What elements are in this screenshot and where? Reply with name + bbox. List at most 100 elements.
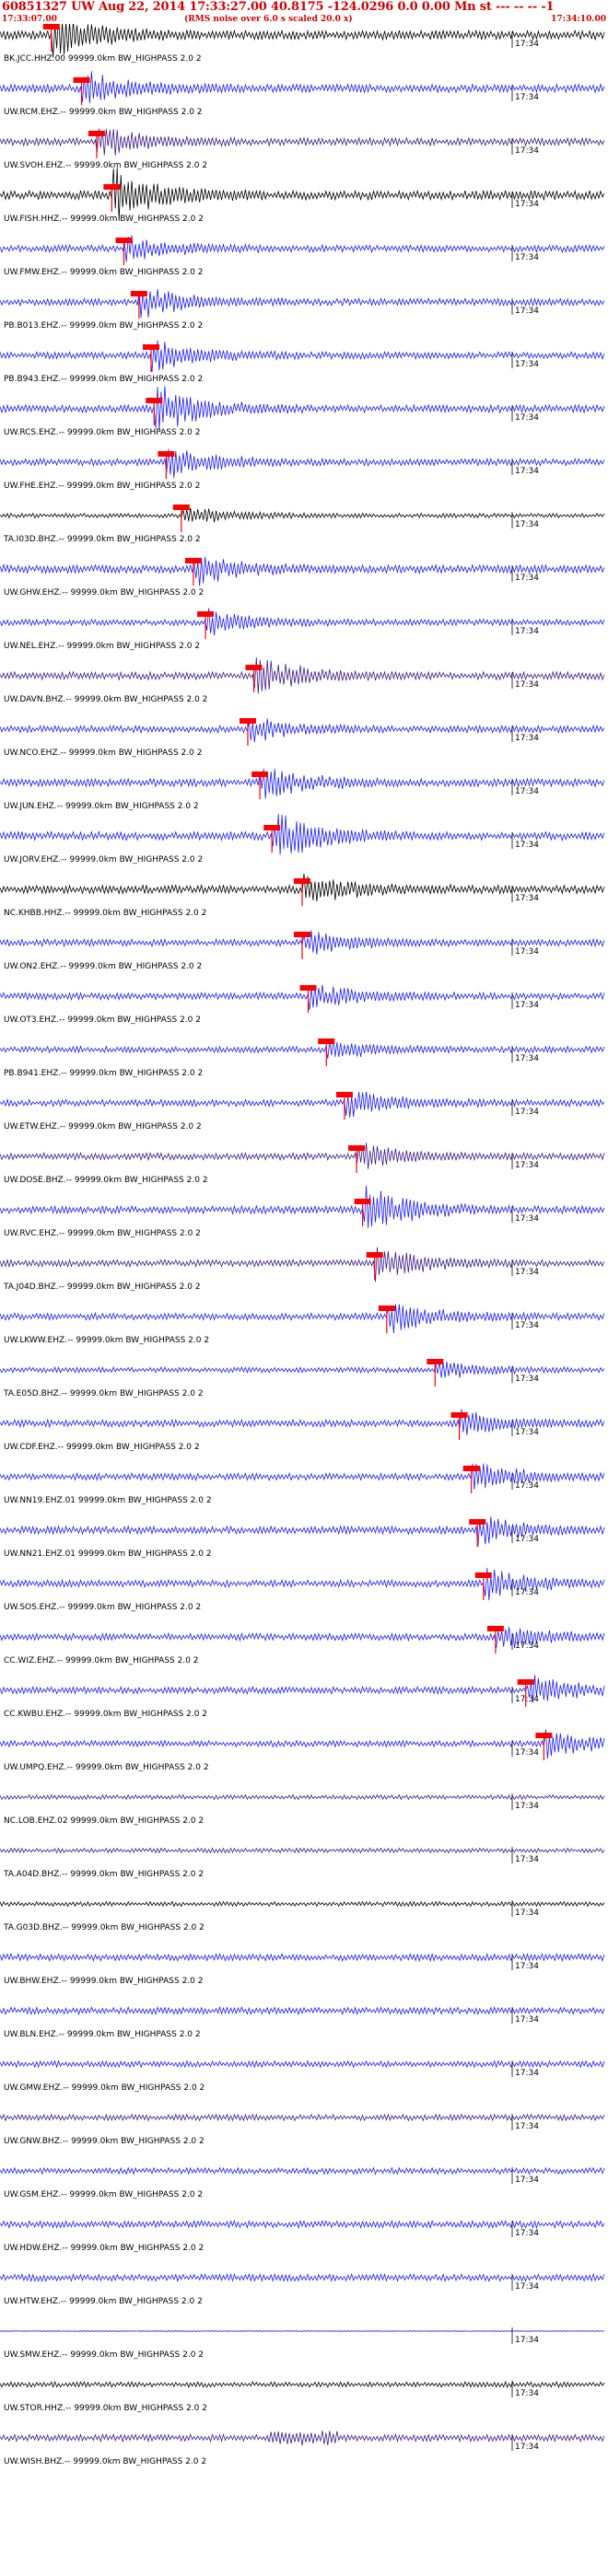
station-label: UW.CDF.EHZ.-- 99999.0km BW_HIGHPASS 2.0 … <box>4 1443 200 1452</box>
trace-33: 17:34 NC.LOB.EHZ.02 99999.0km BW_HIGHPASS… <box>0 1793 605 1826</box>
arrival-pick-flag <box>42 24 60 29</box>
minute-tick-label: 17:34 <box>515 1054 539 1063</box>
minute-tick-label: 17:34 <box>515 2282 539 2292</box>
station-label: PB.B943.EHZ.-- 99999.0km BW_HIGHPASS 2.0… <box>4 375 203 384</box>
minute-tick-label: 17:34 <box>515 787 539 796</box>
waveform-line <box>0 718 605 743</box>
arrival-pick-flag <box>450 1412 468 1418</box>
station-label: UW.NCO.EHZ.-- 99999.0km BW_HIGHPASS 2.0 … <box>4 748 202 758</box>
waveform-line <box>0 1463 605 1490</box>
minute-tick-label: 17:34 <box>515 1481 539 1491</box>
station-label: UW.NN19.EHZ.01 99999.0km BW_HIGHPASS 2.0… <box>4 1496 212 1505</box>
trace-2: 17:34 UW.SVOH.EHZ.-- 99999.0km BW_HIGHPAS… <box>0 128 605 170</box>
arrival-pick-flag <box>146 398 163 403</box>
minute-tick-label: 17:34 <box>515 1108 539 1117</box>
station-label: NC.LOB.EHZ.02 99999.0km BW_HIGHPASS 2.0 … <box>4 1816 204 1826</box>
station-label: UW.SMW.EHZ.-- 99999.0km BW_HIGHPASS 2.0 … <box>4 2350 204 2360</box>
trace-25: 17:34 TA.E05D.BHZ.-- 99999.0km BW_HIGHPAS… <box>0 1359 605 1398</box>
trace-6: 17:34 PB.B943.EHZ.-- 99999.0km BW_HIGHPAS… <box>0 340 605 384</box>
trace-18: 17:34 UW.OT3.EHZ.-- 99999.0km BW_HIGHPASS… <box>0 984 605 1025</box>
arrival-pick-flag <box>462 1466 480 1471</box>
trace-38: 17:34 UW.GMW.EHZ.-- 99999.0km BW_HIGHPASS… <box>0 2060 605 2093</box>
trace-19: 17:34 PB.B941.EHZ.-- 99999.0km BW_HIGHPAS… <box>0 1038 605 1078</box>
arrival-pick-flag <box>348 1145 366 1151</box>
minute-tick-label: 17:34 <box>515 2443 539 2452</box>
waveform-line <box>0 289 605 319</box>
minute-tick-label: 17:34 <box>515 1321 539 1330</box>
trace-29: 17:34 UW.SOS.EHZ.-- 99999.0km BW_HIGHPASS… <box>0 1568 605 1612</box>
arrival-pick-flag <box>427 1359 444 1364</box>
trace-7: 17:34 UW.RCS.EHZ.-- 99999.0km BW_HIGHPASS… <box>0 386 605 437</box>
trace-10: 17:34 UW.GHW.EHZ.-- 99999.0km BW_HIGHPASS… <box>0 556 605 598</box>
start-time-label: 17:33:07.00 <box>2 15 57 24</box>
station-label: UW.GNW.BHZ.-- 99999.0km BW_HIGHPASS 2.0 … <box>4 2137 205 2146</box>
station-label: UW.STOR.HHZ.-- 99999.0km BW_HIGHPASS 2.0… <box>4 2404 207 2413</box>
minute-tick-label: 17:34 <box>515 2069 539 2078</box>
waveform-line <box>0 1568 605 1601</box>
trace-22: 17:34 UW.RVC.EHZ.-- 99999.0km BW_HIGHPASS… <box>0 1185 605 1238</box>
station-label: UW.RVC.EHZ.-- 99999.0km BW_HIGHPASS 2.0 … <box>4 1229 201 1238</box>
waveform-line <box>0 556 605 586</box>
station-label: TA.A04D.BHZ.-- 99999.0km BW_HIGHPASS 2.0… <box>3 1870 204 1879</box>
arrival-pick-flag <box>535 1733 553 1738</box>
station-label: UW.OT3.EHZ.-- 99999.0km BW_HIGHPASS 2.0 … <box>4 1015 201 1025</box>
waveform-line <box>0 1729 605 1759</box>
waveform-line <box>0 1627 605 1649</box>
arrival-pick-flag <box>318 1039 335 1044</box>
trace-39: 17:34 UW.GNW.BHZ.-- 99999.0km BW_HIGHPASS… <box>0 2113 605 2146</box>
waveform-line <box>0 1361 605 1378</box>
trace-12: 17:34 UW.DAVN.BHZ.-- 99999.0km BW_HIGHPAS… <box>0 657 605 704</box>
station-label: UW.JUN.EHZ.-- 99999.0km BW_HIGHPASS 2.0 … <box>4 802 199 811</box>
arrival-pick-flag <box>239 718 256 724</box>
trace-16: 17:34 NC.KHBB.HHZ.-- 99999.0km BW_HIGHPAS… <box>0 873 605 918</box>
waveform-line <box>0 2113 605 2122</box>
trace-21: 17:34 UW.DOSE.BHZ.-- 99999.0km BW_HIGHPAS… <box>0 1143 605 1185</box>
waveform-line <box>0 1952 605 1963</box>
trace-40: 17:34 UW.GSM.EHZ.-- 99999.0km BW_HIGHPASS… <box>0 2166 605 2199</box>
trace-31: 17:34 CC.KWBU.EHZ.-- 99999.0km BW_HIGHPAS… <box>0 1675 605 1719</box>
minute-tick-label: 17:34 <box>515 894 539 903</box>
trace-30: 17:34 CC.WIZ.EHZ.-- 99999.0km BW_HIGHPASS… <box>0 1626 605 1665</box>
trace-1: 17:34 UW.RCM.EHZ.-- 99999.0km BW_HIGHPASS… <box>0 71 605 117</box>
arrival-pick-flag <box>245 665 263 670</box>
station-label: TA.E05D.BHZ.-- 99999.0km BW_HIGHPASS 2.0… <box>3 1389 204 1398</box>
waveform-line <box>0 2219 605 2230</box>
waveform-line <box>0 2431 605 2446</box>
minute-tick-label: 17:34 <box>515 1268 539 1277</box>
waveform-line <box>0 340 605 373</box>
station-label: UW.NN21.EHZ.01 99999.0km BW_HIGHPASS 2.0… <box>4 1549 212 1559</box>
minute-tick-label: 17:34 <box>515 1695 539 1704</box>
waveform-line <box>0 657 605 694</box>
arrival-pick-flag <box>251 772 269 777</box>
station-label: CC.KWBU.EHZ.-- 99999.0km BW_HIGHPASS 2.0… <box>4 1710 207 1719</box>
station-label: UW.HTW.EHZ.-- 99999.0km BW_HIGHPASS 2.0 … <box>4 2297 203 2306</box>
trace-43: 17:34 UW.SMW.EHZ.-- 99999.0km BW_HIGHPASS… <box>0 2327 605 2360</box>
arrival-pick-flag <box>299 985 317 991</box>
station-label: PB.B013.EHZ.-- 99999.0km BW_HIGHPASS 2.0… <box>4 321 203 331</box>
station-label: UW.DOSE.BHZ.-- 99999.0km BW_HIGHPASS 2.0… <box>4 1176 208 1185</box>
trace-45: 17:34 UW.WISH.BHZ.-- 99999.0km BW_HIGHPAS… <box>0 2431 605 2466</box>
minute-tick-label: 17:34 <box>515 1962 539 1971</box>
minute-tick-label: 17:34 <box>515 1375 539 1384</box>
trace-42: 17:34 UW.HTW.EHZ.-- 99999.0km BW_HIGHPASS… <box>0 2272 605 2306</box>
minute-tick-label: 17:34 <box>515 2389 539 2398</box>
station-label: UW.FMW.EHZ.-- 99999.0km BW_HIGHPASS 2.0 … <box>4 268 204 277</box>
minute-tick-label: 17:34 <box>515 2336 539 2345</box>
seismogram-plot: 17:34 BK.JCC.HHZ.00 99999.0km BW_HIGHPASS… <box>0 24 605 2466</box>
arrival-pick-flag <box>115 238 133 243</box>
trace-27: 17:34 UW.NN19.EHZ.01 99999.0km BW_HIGHPAS… <box>0 1463 605 1505</box>
waveform-line <box>0 2166 605 2176</box>
trace-11: 17:34 UW.NEL.EHZ.-- 99999.0km BW_HIGHPASS… <box>0 608 605 651</box>
waveform-line <box>0 1900 605 1908</box>
waveform-line <box>0 1675 605 1703</box>
trace-44: 17:34 UW.STOR.HHZ.-- 99999.0km BW_HIGHPAS… <box>0 2380 605 2413</box>
minute-tick-label: 17:34 <box>515 947 539 957</box>
waveform-line <box>0 1847 605 1854</box>
trace-23: 17:34 TA.J04D.BHZ.-- 99999.0km BW_HIGHPAS… <box>0 1247 605 1292</box>
minute-tick-label: 17:34 <box>515 627 539 636</box>
waveform-line <box>0 1793 605 1801</box>
waveform-line <box>0 1247 605 1282</box>
rms-note: (RMS noise over 6.0 s scaled 20.0 x) <box>184 15 353 24</box>
station-label: UW.LKWW.EHZ.-- 99999.0km BW_HIGHPASS 2.0… <box>4 1336 209 1345</box>
station-label: UW.FHE.EHZ.-- 99999.0km BW_HIGHPASS 2.0 … <box>4 482 200 491</box>
